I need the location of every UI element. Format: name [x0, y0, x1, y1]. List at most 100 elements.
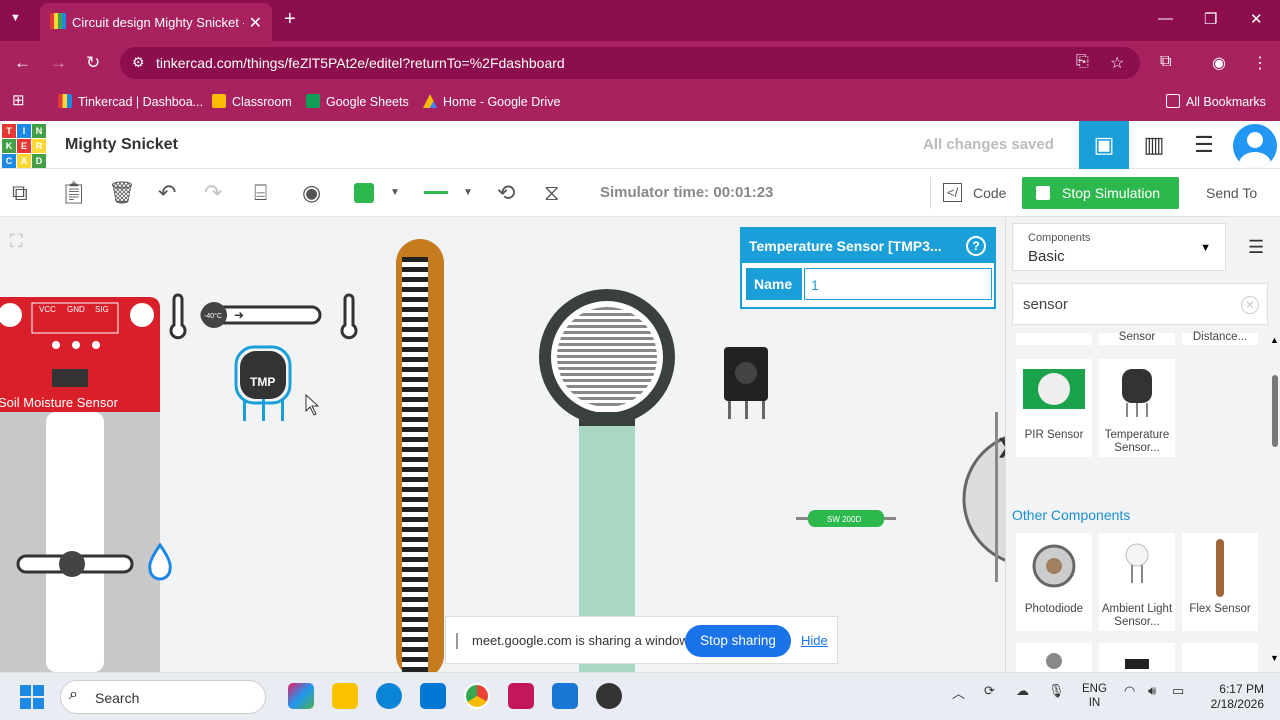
language-indicator[interactable]: ENG IN: [1082, 682, 1107, 710]
hide-link[interactable]: Hide: [801, 633, 828, 648]
taskbar-search[interactable]: ⌕ Search: [60, 680, 266, 714]
send-to-button[interactable]: Send To: [1206, 185, 1257, 201]
copy-icon[interactable]: ⧉: [12, 180, 28, 206]
new-tab-icon[interactable]: +: [284, 8, 296, 31]
component-card-ambient-light[interactable]: Ambient Light Sensor...: [1099, 533, 1175, 631]
notepad-icon[interactable]: [552, 683, 578, 709]
undo-icon[interactable]: ↶: [158, 180, 176, 206]
all-bookmarks[interactable]: All Bookmarks: [1166, 94, 1266, 109]
volume-icon[interactable]: 🔊︎: [1148, 683, 1156, 699]
component-search-input[interactable]: sensor ✕: [1012, 283, 1268, 325]
tab-search-icon[interactable]: ▼: [10, 12, 21, 24]
taskbar-clock[interactable]: 6:17 PM 2/18/2026: [1198, 682, 1264, 712]
copilot-icon[interactable]: [288, 683, 314, 709]
profile-icon[interactable]: ◉: [1212, 53, 1226, 73]
redo-icon[interactable]: ↷: [204, 180, 222, 206]
file-explorer-icon[interactable]: [332, 683, 358, 709]
sync-icon[interactable]: ⟳: [984, 683, 995, 699]
window-close-icon[interactable]: ✕: [1250, 10, 1263, 28]
clear-search-icon[interactable]: ✕: [1241, 296, 1259, 314]
wifi-icon[interactable]: ◠: [1124, 683, 1135, 699]
drag-handle-icon[interactable]: [456, 633, 458, 649]
flex-sensor[interactable]: [396, 239, 444, 672]
component-card-partial[interactable]: Sensor: [1099, 331, 1175, 345]
wire-dropdown-icon[interactable]: ▼: [463, 187, 473, 198]
sheets-icon: [306, 94, 320, 108]
component-name: Temperature Sensor...: [1104, 429, 1170, 454]
windows-start-icon[interactable]: [20, 685, 44, 709]
edge-icon[interactable]: [376, 683, 402, 709]
scroll-down-icon[interactable]: ▼: [1270, 653, 1279, 663]
stop-sharing-button[interactable]: Stop sharing: [685, 625, 791, 657]
flex-sensor-icon: [1216, 539, 1224, 597]
tinkercad-logo[interactable]: T I N K E R C A D: [2, 124, 46, 168]
notes-icon[interactable]: ⌸: [254, 180, 267, 206]
menu-kebab-icon[interactable]: ⋮: [1252, 53, 1268, 73]
chrome-icon[interactable]: [464, 683, 490, 709]
forward-icon[interactable]: →: [50, 53, 67, 73]
back-icon[interactable]: ←: [14, 53, 31, 73]
soil-moisture-sensor[interactable]: [0, 297, 160, 672]
temperature-slider[interactable]: ➜: [169, 293, 358, 340]
name-input[interactable]: 1: [804, 268, 992, 300]
close-tab-icon[interactable]: ✕: [249, 13, 262, 33]
mirror-icon[interactable]: ⧖: [544, 180, 559, 206]
circuit-canvas[interactable]: ⛶ Soil Moisture Sensor VCC GND SIG ➜ -40…: [0, 217, 1005, 672]
component-card-partial[interactable]: [1016, 333, 1092, 345]
category-dropdown[interactable]: Components Basic ▼: [1012, 223, 1226, 271]
circuit-view-button[interactable]: ▣: [1079, 121, 1129, 169]
chevron-up-icon[interactable]: ︿: [952, 683, 965, 702]
snipping-tool-icon[interactable]: [508, 683, 534, 709]
user-avatar[interactable]: [1233, 124, 1277, 168]
component-card-pir[interactable]: PIR Sensor: [1016, 359, 1092, 457]
bookmark-star-icon[interactable]: ☆: [1110, 53, 1124, 73]
delete-icon[interactable]: 🗑︎: [108, 180, 136, 206]
list-view-icon[interactable]: ☰: [1248, 237, 1264, 258]
visibility-icon[interactable]: ◉: [302, 180, 321, 206]
help-icon[interactable]: ?: [966, 236, 986, 256]
install-app-icon[interactable]: ⎘: [1076, 53, 1089, 71]
ir-receiver[interactable]: [724, 347, 768, 419]
component-card-partial[interactable]: Distance...: [1182, 331, 1258, 345]
folder-icon: [1166, 94, 1180, 108]
panel-scrollbar[interactable]: ▲ ▼: [1268, 335, 1280, 665]
minimize-icon[interactable]: —: [1158, 10, 1173, 27]
site-info-icon[interactable]: ⚙: [132, 54, 145, 71]
stop-simulation-button[interactable]: Stop Simulation: [1022, 177, 1179, 209]
scroll-up-icon[interactable]: ▲: [1270, 335, 1279, 345]
bookmark-google-sheets[interactable]: Google Sheets: [306, 94, 409, 109]
component-card-flex[interactable]: Flex Sensor: [1182, 533, 1258, 631]
component-card-photodiode[interactable]: Photodiode: [1016, 533, 1092, 631]
component-card-temperature[interactable]: Temperature Sensor...: [1099, 359, 1175, 457]
bookmark-classroom[interactable]: Classroom: [212, 94, 292, 109]
component-card-partial[interactable]: [1182, 643, 1258, 672]
code-button[interactable]: </Code: [930, 177, 1014, 209]
partial-component[interactable]: ❯: [962, 412, 1005, 582]
color-swatch-icon[interactable]: [354, 183, 374, 203]
inspector-title: Temperature Sensor [TMP3...: [749, 238, 942, 254]
force-sensor[interactable]: [539, 289, 675, 672]
paste-icon[interactable]: 📋︎: [60, 180, 88, 206]
bookmark-google-drive[interactable]: Home - Google Drive: [423, 94, 560, 109]
obs-icon[interactable]: [596, 683, 622, 709]
scroll-thumb[interactable]: [1272, 375, 1278, 447]
microphone-icon[interactable]: 🎙︎: [1048, 683, 1065, 699]
apps-grid-icon[interactable]: ⊞: [12, 91, 25, 109]
component-card-partial[interactable]: [1016, 643, 1092, 672]
rotate-icon[interactable]: ⟲: [497, 180, 515, 206]
schematic-view-button[interactable]: ▥: [1129, 121, 1179, 169]
battery-icon[interactable]: ▭: [1172, 683, 1184, 699]
reload-icon[interactable]: ↻: [86, 53, 100, 73]
cloud-icon[interactable]: ☁: [1016, 683, 1029, 699]
bookmark-tinkercad[interactable]: Tinkercad | Dashboa...: [58, 94, 203, 109]
store-icon[interactable]: [420, 683, 446, 709]
color-dropdown-icon[interactable]: ▼: [390, 187, 400, 198]
extensions-icon[interactable]: ⧉: [1160, 53, 1171, 71]
component-list-button[interactable]: ☰: [1179, 121, 1229, 169]
restore-icon[interactable]: ❐: [1204, 10, 1217, 28]
url-field[interactable]: ⚙ tinkercad.com/things/feZlT5PAt2e/edite…: [120, 47, 1140, 79]
component-card-partial[interactable]: [1099, 643, 1175, 672]
project-title[interactable]: Mighty Snicket: [65, 136, 178, 154]
wire-type-icon[interactable]: [424, 191, 448, 194]
browser-tab[interactable]: Circuit design Mighty Snicket - ✕: [40, 3, 272, 41]
